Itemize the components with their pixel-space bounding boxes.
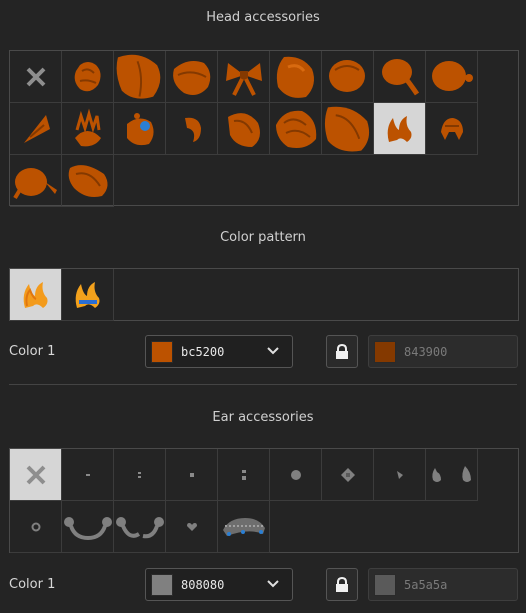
pattern-item-a[interactable] bbox=[10, 269, 62, 321]
flame-clip-icon bbox=[387, 115, 411, 142]
head-accessories-title: Head accessories bbox=[206, 10, 320, 25]
heart-icon bbox=[186, 522, 197, 531]
head-accessories-grid bbox=[9, 50, 519, 207]
head-color-value: bc5200 bbox=[181, 344, 225, 359]
head-color-swatch bbox=[151, 340, 173, 363]
small-stud-icon bbox=[396, 470, 403, 479]
head-item-side-fold[interactable] bbox=[62, 155, 114, 207]
ear-item-headphones-b[interactable] bbox=[114, 501, 166, 553]
head-color-dropdown[interactable]: bc5200 bbox=[145, 335, 293, 368]
helmet-icon bbox=[440, 117, 463, 140]
head-locked-value: 843900 bbox=[404, 344, 448, 359]
large-bun-icon bbox=[116, 54, 161, 99]
head-item-pigtail-bun[interactable] bbox=[62, 51, 114, 103]
head-item-round-clip[interactable] bbox=[218, 103, 270, 155]
ear-color-label: Color 1 bbox=[9, 577, 56, 592]
head-color-label: Color 1 bbox=[9, 344, 56, 359]
head-item-flame-clip[interactable] bbox=[374, 103, 426, 155]
horn-icon bbox=[23, 114, 50, 143]
ear-item-none[interactable] bbox=[10, 449, 62, 501]
head-item-big-bun[interactable] bbox=[322, 103, 374, 155]
none-icon bbox=[26, 465, 45, 484]
tiara-icon bbox=[74, 108, 101, 146]
head-item-side-bun[interactable] bbox=[322, 51, 374, 103]
hair-clip-icon bbox=[184, 117, 201, 142]
ribbon-bun-icon bbox=[172, 60, 210, 95]
drop-earrings-icon bbox=[431, 465, 471, 482]
chevron-down-icon bbox=[267, 580, 279, 588]
pattern-b-icon bbox=[75, 281, 99, 308]
ear-color-value: 808080 bbox=[181, 577, 225, 592]
round-clip-icon bbox=[227, 112, 260, 147]
lock-icon bbox=[336, 343, 348, 359]
ear-item-heart[interactable] bbox=[166, 501, 218, 553]
ear-item-drop-earrings[interactable] bbox=[426, 449, 478, 501]
blue-flower-icon bbox=[126, 112, 154, 145]
head-item-horn[interactable] bbox=[10, 103, 62, 155]
ear-locked-value: 5a5a5a bbox=[404, 577, 448, 592]
head-item-none[interactable] bbox=[10, 51, 62, 103]
ear-item-dash[interactable] bbox=[62, 449, 114, 501]
ear-color-lock-button[interactable] bbox=[326, 568, 358, 601]
head-item-side-drop[interactable] bbox=[10, 155, 62, 207]
ear-accessories-title: Ear accessories bbox=[212, 410, 314, 425]
head-color-lock-button[interactable] bbox=[326, 335, 358, 368]
dash-icon bbox=[85, 473, 90, 476]
double-dot-icon bbox=[241, 469, 246, 480]
side-curl-icon bbox=[431, 60, 473, 91]
head-color-locked-field: 843900 bbox=[368, 335, 518, 368]
head-item-helmet[interactable] bbox=[426, 103, 478, 155]
headphones-a-icon bbox=[63, 516, 112, 540]
color-pattern-grid bbox=[9, 268, 519, 321]
big-bun-icon bbox=[324, 106, 370, 151]
section-divider bbox=[9, 384, 517, 385]
ear-item-dot[interactable] bbox=[166, 449, 218, 501]
pattern-item-b[interactable] bbox=[62, 269, 114, 321]
cross-stud-icon bbox=[340, 467, 355, 482]
ear-item-beaded-chain[interactable] bbox=[218, 501, 270, 553]
bow-icon bbox=[225, 62, 262, 96]
ear-item-ring[interactable] bbox=[10, 501, 62, 553]
lock-icon bbox=[336, 576, 348, 592]
ear-item-small-stud[interactable] bbox=[374, 449, 426, 501]
side-fold-icon bbox=[68, 164, 108, 197]
pigtail-bun-icon bbox=[74, 61, 101, 91]
dot-icon bbox=[189, 472, 194, 477]
round-stud-icon bbox=[290, 469, 301, 480]
ear-accessories-grid bbox=[9, 448, 519, 553]
head-item-hair-clip[interactable] bbox=[166, 103, 218, 155]
headphones-b-icon bbox=[115, 516, 164, 538]
ponytail-icon bbox=[275, 110, 316, 148]
ear-locked-swatch bbox=[374, 573, 396, 596]
ear-color-locked-field: 5a5a5a bbox=[368, 568, 518, 601]
ear-color-swatch bbox=[151, 573, 173, 596]
head-item-drop-bun[interactable] bbox=[374, 51, 426, 103]
ear-item-double-dot[interactable] bbox=[218, 449, 270, 501]
head-item-blue-flower[interactable] bbox=[114, 103, 166, 155]
ring-icon bbox=[31, 522, 40, 531]
colon-icon bbox=[137, 471, 141, 478]
ear-item-round-stud[interactable] bbox=[270, 449, 322, 501]
drop-bun-icon bbox=[381, 58, 419, 95]
head-locked-swatch bbox=[374, 340, 396, 363]
none-icon bbox=[26, 67, 45, 86]
head-item-side-curl[interactable] bbox=[426, 51, 478, 103]
beaded-chain-icon bbox=[222, 517, 265, 536]
pattern-a-icon bbox=[23, 281, 47, 308]
color-pattern-title: Color pattern bbox=[220, 230, 306, 245]
head-item-ribbon-bun[interactable] bbox=[166, 51, 218, 103]
head-item-bow[interactable] bbox=[218, 51, 270, 103]
head-item-round-bun[interactable] bbox=[270, 51, 322, 103]
ear-item-cross-stud[interactable] bbox=[322, 449, 374, 501]
head-item-tiara[interactable] bbox=[62, 103, 114, 155]
head-item-ponytail[interactable] bbox=[270, 103, 322, 155]
round-bun-icon bbox=[276, 56, 314, 98]
ear-item-colon[interactable] bbox=[114, 449, 166, 501]
head-item-large-bun[interactable] bbox=[114, 51, 166, 103]
side-bun-icon bbox=[328, 59, 365, 92]
chevron-down-icon bbox=[267, 347, 279, 355]
ear-item-headphones-a[interactable] bbox=[62, 501, 114, 553]
side-drop-icon bbox=[12, 167, 57, 199]
ear-color-dropdown[interactable]: 808080 bbox=[145, 568, 293, 601]
